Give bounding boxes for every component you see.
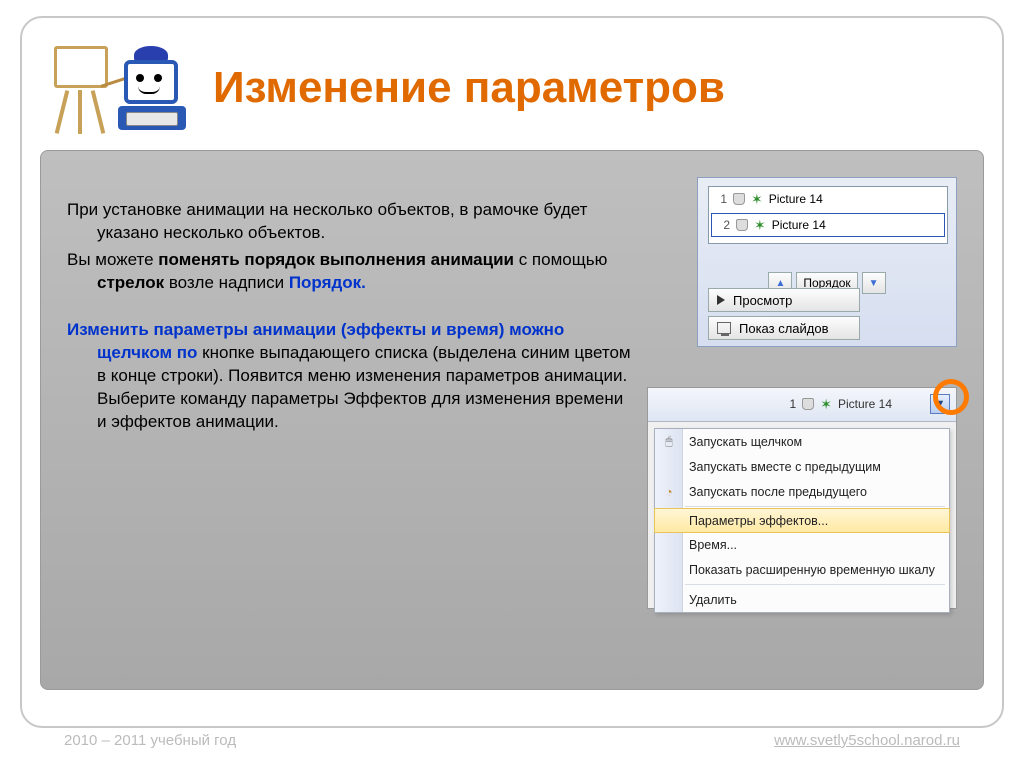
menu-timing[interactable]: Время... <box>655 532 949 557</box>
button-label: Просмотр <box>733 293 792 308</box>
paragraph-2: Вы можете поменять порядок выполнения ан… <box>67 249 637 295</box>
animation-row-2[interactable]: 2 ✶ Picture 14 <box>711 213 945 237</box>
menu-delete[interactable]: Удалить <box>655 587 949 612</box>
menu-effect-options[interactable]: Параметры эффектов... <box>654 508 950 533</box>
play-icon <box>717 295 725 305</box>
row-index: 2 <box>716 218 730 232</box>
text-bold: стрелок <box>97 273 164 292</box>
effect-star-icon: ✶ <box>751 191 763 208</box>
menu-label: Запускать после предыдущего <box>689 485 867 499</box>
animation-panel: 1 ✶ Picture 14 2 ✶ Picture 14 Порядок Пр… <box>697 177 957 347</box>
text: с помощью <box>514 250 607 269</box>
menu-separator <box>685 506 945 507</box>
menu-label: Время... <box>689 538 737 552</box>
menu-label: Запускать вместе с предыдущим <box>689 460 881 474</box>
clock-icon: ◔ <box>661 484 677 500</box>
menu-start-on-click[interactable]: 🖱 Запускать щелчком <box>655 429 949 454</box>
order-down-button[interactable] <box>862 272 886 294</box>
mouse-icon <box>733 193 745 205</box>
slideshow-button[interactable]: Показ слайдов <box>708 316 860 340</box>
mouse-icon: 🖱 <box>661 434 677 450</box>
mouse-icon <box>736 219 748 231</box>
slideshow-icon <box>717 322 731 334</box>
mouse-icon <box>802 398 814 410</box>
effect-options-panel: 1 ✶ Picture 14 ▼ 🖱 Запускать щелчком Зап… <box>647 387 957 609</box>
footer-link[interactable]: www.svetly5school.narod.ru <box>774 732 960 749</box>
paragraph-1: При установке анимации на несколько объе… <box>67 199 637 245</box>
row-index: 1 <box>713 192 727 206</box>
menu-separator <box>685 584 945 585</box>
animation-row-1[interactable]: 1 ✶ Picture 14 <box>709 187 947 211</box>
context-menu: 🖱 Запускать щелчком Запускать вместе с п… <box>654 428 950 613</box>
menu-start-after-previous[interactable]: ◔ Запускать после предыдущего <box>655 479 949 504</box>
easel-icon <box>50 42 120 132</box>
row-label: Picture 14 <box>838 397 892 411</box>
panel2-header: 1 ✶ Picture 14 ▼ <box>648 388 956 422</box>
text: Вы можете <box>67 250 158 269</box>
body-text: При установке анимации на несколько объе… <box>67 199 637 437</box>
button-label: Показ слайдов <box>739 321 829 336</box>
footer-year: 2010 – 2011 учебный год <box>64 732 236 749</box>
animation-list: 1 ✶ Picture 14 2 ✶ Picture 14 <box>708 186 948 244</box>
page-title: Изменение параметров <box>213 63 725 113</box>
header-illustration <box>50 38 195 138</box>
row-label: Picture 14 <box>769 192 823 206</box>
text: При установке анимации на несколько объе… <box>67 200 587 242</box>
highlight-circle <box>933 379 969 415</box>
header: Изменение параметров <box>50 38 980 138</box>
row-index: 1 <box>790 397 797 411</box>
text-bold: поменять порядок выполнения анимации <box>158 250 514 269</box>
text: возле надписи <box>164 273 289 292</box>
menu-show-timeline[interactable]: Показать расширенную временную шкалу <box>655 557 949 582</box>
paragraph-3: Изменить параметры анимации (эффекты и в… <box>67 319 637 434</box>
menu-start-with-previous[interactable]: Запускать вместе с предыдущим <box>655 454 949 479</box>
content-panel: При установке анимации на несколько объе… <box>40 150 984 690</box>
preview-button[interactable]: Просмотр <box>708 288 860 312</box>
menu-label: Удалить <box>689 593 737 607</box>
menu-label: Параметры эффектов... <box>689 514 828 528</box>
effect-star-icon: ✶ <box>754 217 766 234</box>
computer-character-icon <box>118 52 192 136</box>
row-label: Picture 14 <box>772 218 826 232</box>
menu-label: Показать расширенную временную шкалу <box>689 563 935 577</box>
menu-label: Запускать щелчком <box>689 435 802 449</box>
effect-star-icon: ✶ <box>820 396 832 413</box>
text-blue-bold: Порядок. <box>289 273 366 292</box>
